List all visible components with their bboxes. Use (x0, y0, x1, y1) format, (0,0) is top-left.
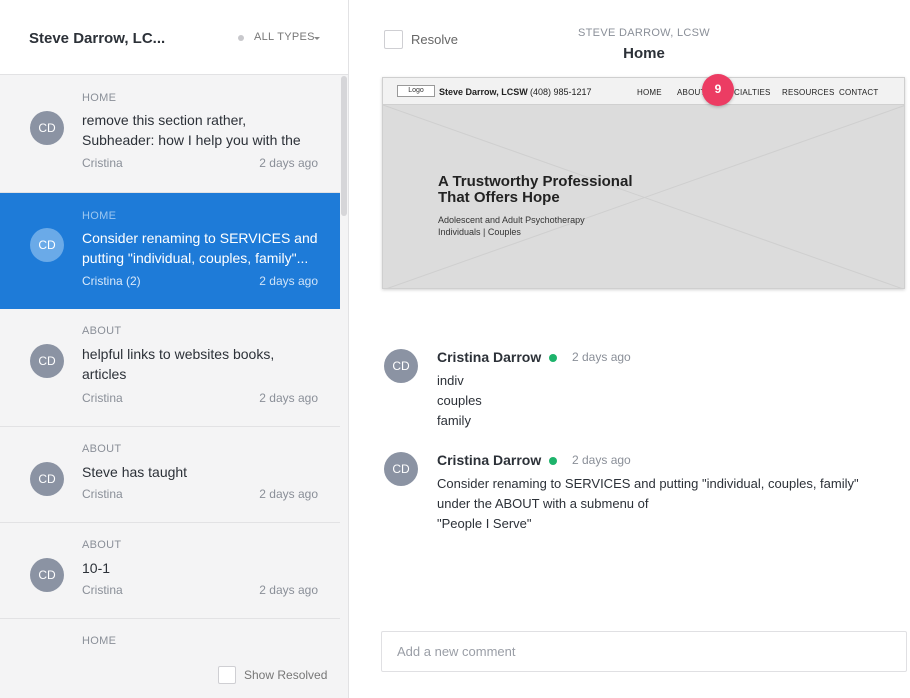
item-author: Cristina (82, 487, 123, 501)
list-item[interactable]: HOME (0, 619, 340, 645)
preview-hero-title: A Trustworthy Professional That Offers H… (438, 174, 658, 206)
item-page-label: HOME (82, 92, 117, 104)
comment-line: indiv (437, 373, 464, 388)
item-author: Cristina (82, 583, 123, 597)
item-page-label: ABOUT (82, 325, 122, 337)
avatar: CD (30, 344, 64, 378)
comment: CD Cristina Darrow 2 days ago indiv coup… (384, 349, 904, 439)
preview-nav-home: HOME (637, 88, 662, 97)
item-text: Steve has taught (82, 464, 188, 480)
comment-pin-marker[interactable]: 9 (702, 74, 734, 106)
comment-line: couples (437, 393, 482, 408)
online-status-icon (549, 457, 557, 465)
comment-time: 2 days ago (572, 350, 631, 364)
show-resolved-checkbox[interactable] (218, 666, 236, 684)
comment-body: Consider renaming to SERVICES and puttin… (437, 474, 887, 534)
sidebar-footer: Show Resolved (0, 645, 348, 698)
comment-line: "People I Serve" (437, 516, 532, 531)
list-scrollbar[interactable] (341, 76, 347, 216)
type-dot-icon (238, 35, 244, 41)
comment-author: Cristina Darrow (437, 452, 542, 468)
preview-hero-title-line: That Offers Hope (438, 189, 560, 206)
avatar: CD (30, 111, 64, 145)
new-comment-input[interactable] (381, 631, 907, 672)
preview-nav-specialties: CIALTIES (734, 88, 771, 97)
preview-phone: (408) 985-1217 (530, 87, 592, 97)
project-title: Steve Darrow, LC... (29, 30, 166, 47)
preview-hero-title-line: A Trustworthy Professional (438, 173, 633, 190)
site-name: STEVE DARROW, LCSW (578, 27, 710, 39)
avatar: CD (384, 452, 418, 486)
caret-down-icon[interactable] (314, 37, 320, 40)
comment-time: 2 days ago (572, 453, 631, 467)
comments-sidebar: Steve Darrow, LC... ALL TYPES CD HOME re… (0, 0, 349, 698)
item-page-label: ABOUT (82, 443, 122, 455)
item-time: 2 days ago (259, 583, 318, 597)
item-page-label: HOME (82, 210, 117, 222)
avatar: CD (30, 462, 64, 496)
sidebar-header: Steve Darrow, LC... ALL TYPES (0, 0, 348, 75)
preview-hero-sub-line: Individuals | Couples (438, 227, 521, 237)
list-item[interactable]: CD HOME remove this section rather, Subh… (0, 75, 340, 193)
preview-nav-bar: Logo Steve Darrow, LCSW (408) 985-1217 H… (383, 78, 904, 105)
item-time: 2 days ago (259, 274, 318, 288)
comment-line: Consider renaming to SERVICES and puttin… (437, 476, 859, 491)
list-item[interactable]: CD ABOUT Steve has taught Cristina 2 day… (0, 427, 340, 523)
item-time: 2 days ago (259, 391, 318, 405)
item-text: remove this section rather, Subheader: h… (82, 112, 301, 148)
preview-hero-sub-line: Adolescent and Adult Psychotherapy (438, 215, 585, 225)
item-time: 2 days ago (259, 487, 318, 501)
page-title: Home (623, 45, 665, 62)
comment: CD Cristina Darrow 2 days ago Consider r… (384, 452, 904, 542)
preview-hero-subtitle: Adolescent and Adult Psychotherapy Indiv… (438, 214, 658, 238)
preview-logo: Logo (397, 85, 435, 97)
item-text: 10-1 (82, 560, 111, 576)
comment-detail: Resolve STEVE DARROW, LCSW Home Logo Ste… (349, 0, 910, 698)
show-resolved-label[interactable]: Show Resolved (244, 668, 327, 682)
preview-nav-resources: RESOURCES (782, 88, 835, 97)
avatar: CD (30, 558, 64, 592)
comment-list: CD HOME remove this section rather, Subh… (0, 75, 340, 645)
avatar: CD (384, 349, 418, 383)
comment-line: family (437, 413, 471, 428)
item-time: 2 days ago (259, 156, 318, 170)
item-text: helpful links to websites books, article… (82, 346, 275, 382)
item-page-label: ABOUT (82, 539, 122, 551)
type-filter-dropdown[interactable]: ALL TYPES (254, 31, 315, 43)
item-author: Cristina (82, 156, 123, 170)
list-item-active[interactable]: CD HOME Consider renaming to SERVICES an… (0, 193, 340, 309)
comment-body: indiv couples family (437, 371, 887, 431)
avatar: CD (30, 228, 64, 262)
preview-brand: Steve Darrow, LCSW (439, 87, 528, 97)
item-page-label: HOME (82, 635, 117, 645)
preview-nav-contact: CONTACT (839, 88, 879, 97)
item-text: Consider renaming to SERVICES and puttin… (82, 230, 318, 266)
online-status-icon (549, 354, 557, 362)
item-author: Cristina (82, 391, 123, 405)
item-author: Cristina (2) (82, 274, 141, 288)
comment-author: Cristina Darrow (437, 349, 542, 365)
page-preview-thumbnail[interactable]: Logo Steve Darrow, LCSW (408) 985-1217 H… (382, 77, 905, 289)
list-item[interactable]: CD ABOUT helpful links to websites books… (0, 309, 340, 427)
list-item[interactable]: CD ABOUT 10-1 Cristina 2 days ago (0, 523, 340, 619)
comment-line: under the ABOUT with a submenu of (437, 496, 649, 511)
